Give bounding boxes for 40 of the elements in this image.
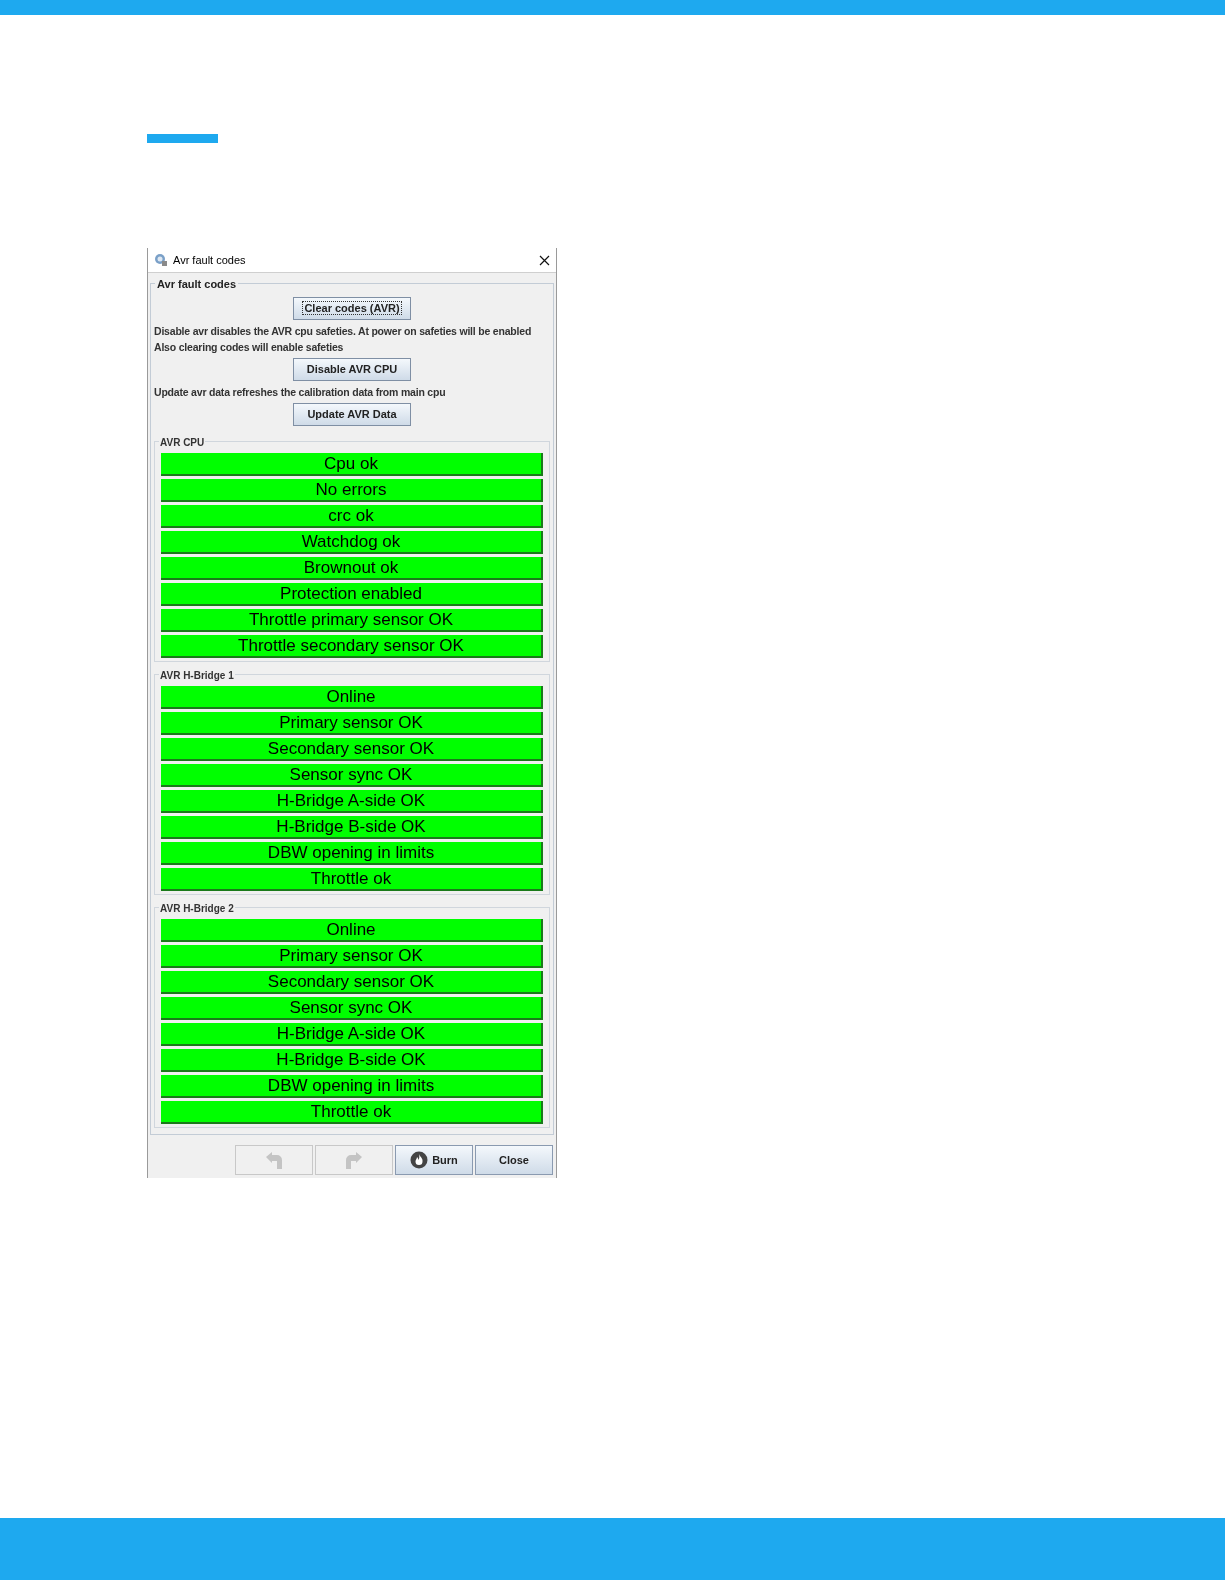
status-indicator: H-Bridge B-side OK [161, 1049, 543, 1072]
action-button[interactable]: Clear codes (AVR) [293, 297, 411, 320]
status-indicator: Online [161, 686, 543, 709]
status-indicator: Throttle ok [161, 868, 543, 891]
info-text: Update avr data refreshes the calibration data from main cpu [154, 385, 447, 400]
app-icon [154, 253, 168, 267]
section-title: AVR H-Bridge 2 [159, 901, 235, 916]
status-indicator: Throttle secondary sensor OK [161, 635, 543, 658]
status-indicator: Sensor sync OK [161, 764, 543, 787]
section-title: AVR H-Bridge 1 [159, 668, 235, 683]
action-button[interactable]: Disable AVR CPU [293, 358, 411, 381]
status-indicator: Online [161, 919, 543, 942]
status-indicator: Secondary sensor OK [161, 738, 543, 761]
status-indicator: DBW opening in limits [161, 842, 543, 865]
status-indicator: Throttle ok [161, 1101, 543, 1124]
status-indicator: crc ok [161, 505, 543, 528]
burn-button[interactable]: Burn [395, 1145, 473, 1175]
status-indicator: H-Bridge A-side OK [161, 1023, 543, 1046]
redo-arrow-icon [343, 1149, 365, 1171]
flame-icon [410, 1151, 429, 1169]
status-indicator: Protection enabled [161, 583, 543, 606]
info-text: Also clearing codes will enable safeties [154, 340, 345, 355]
window-title: Avr fault codes [173, 252, 246, 268]
status-indicator: Primary sensor OK [161, 712, 543, 735]
action-button[interactable]: Update AVR Data [293, 403, 411, 426]
status-indicator: Primary sensor OK [161, 945, 543, 968]
status-indicator: No errors [161, 479, 543, 502]
info-text: Disable avr disables the AVR cpu safeties. At power on safeties will be enabled [154, 324, 533, 339]
close-icon[interactable] [539, 254, 550, 266]
accent-bar [147, 134, 218, 143]
status-indicator: Brownout ok [161, 557, 543, 580]
close-button[interactable]: Close [475, 1145, 553, 1175]
status-indicator: Throttle primary sensor OK [161, 609, 543, 632]
status-indicator: H-Bridge A-side OK [161, 790, 543, 813]
status-indicator: H-Bridge B-side OK [161, 816, 543, 839]
status-indicator: Secondary sensor OK [161, 971, 543, 994]
status-indicator: Watchdog ok [161, 531, 543, 554]
status-indicator: DBW opening in limits [161, 1075, 543, 1098]
status-indicator: Sensor sync OK [161, 997, 543, 1020]
status-indicator: Cpu ok [161, 453, 543, 476]
